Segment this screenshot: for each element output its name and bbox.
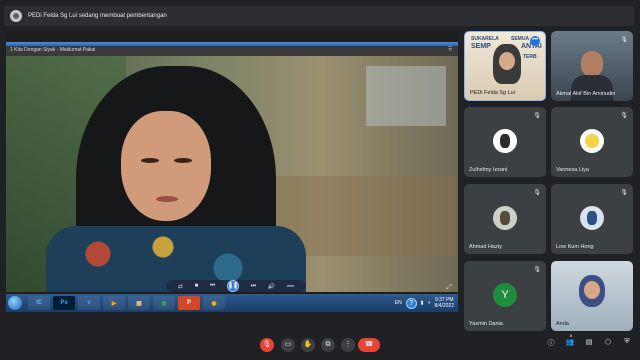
powerpoint-icon[interactable]: P [178,296,200,310]
shuffle-icon[interactable]: ⇄ [178,283,183,290]
presenter-avatar [10,10,22,22]
participant-face [499,52,515,70]
participant-tile[interactable]: 🎙 Ahmad Hazty [464,184,546,254]
people-icon[interactable]: 👥 8 [565,333,575,348]
start-button[interactable] [8,296,22,310]
participant-tile[interactable]: 🎙 Zulhelmy Izzani [464,107,546,177]
participant-name: Akmal Akif Bin Aminudin [556,91,616,97]
more-options-button[interactable]: ⋮ [341,338,355,352]
banner-text: SEMUA [511,36,530,42]
participant-face [581,51,603,77]
participant-name: Yasmin Dania [469,321,503,327]
participant-name: Ahmad Hazty [469,244,503,250]
next-icon[interactable]: ⏭ [251,283,256,290]
participant-name: Anda [556,321,569,327]
chrome-icon[interactable]: ◉ [203,296,225,310]
mic-off-icon: 🎙 [620,37,628,43]
media-player-titlebar: 1 Kita Dengan Siyak - Maklumat Pakai ⠿ [6,46,458,56]
mic-off-icon: 🎙 [620,190,628,196]
woman-face [121,111,211,221]
help-icon[interactable]: ? [405,297,417,309]
present-screen-button[interactable]: ⧉ [321,338,335,352]
clock-date: 8/4/2022 [434,303,454,309]
media-player-icon[interactable]: ▶ [103,296,125,310]
grid-icon[interactable]: ⠿ [448,47,454,53]
meeting-side-icons: ⓘ 👥 8 ▤ ⬡ ⛨ [546,333,632,348]
volume-slider[interactable]: ━━ [287,283,294,290]
participant-tile-self[interactable]: Anda [551,261,633,331]
host-controls-icon[interactable]: ⛨ [622,338,632,348]
participant-tile[interactable]: 🎙 Y Yasmin Dania [464,261,546,331]
meeting-controls: 🎙 ▭ ✋ ⧉ ⋮ ☎ ⓘ 👥 8 ▤ ⬡ ⛨ [0,330,640,360]
participant-avatar [580,206,604,230]
info-icon[interactable]: ⓘ [546,338,556,348]
participant-avatar: Y [493,283,517,307]
mic-off-icon: 🎙 [533,190,541,196]
participant-avatar [493,129,517,153]
background-window [366,66,446,126]
banner-text: TERB [523,54,537,60]
chrome-icon[interactable]: ◉ [153,296,175,310]
lips [156,196,178,202]
file-explorer-icon[interactable]: ▦ [128,296,150,310]
system-tray: EN ? ▮ ◖ 9:37 PM 8/4/2022 [395,294,454,312]
presentation-banner: PEDi Felda Sg Lui sedang membuat pembent… [4,6,634,26]
presentation-banner-text: PEDi Felda Sg Lui sedang membuat pembent… [28,13,167,19]
windows-taskbar: IE Ps e ▶ ▦ ◉ P ◉ EN ? ▮ ◖ 9:37 PM 8/4/2… [6,294,458,312]
eye [174,158,192,163]
internet-explorer-icon[interactable]: e [78,296,100,310]
mic-off-icon: 🎙 [533,113,541,119]
mic-off-icon: 🎙 [533,267,541,273]
participant-name: Low Kum Hong [556,244,594,250]
eye [141,158,159,163]
camera-off-button[interactable]: ▭ [281,338,295,352]
previous-icon[interactable]: ⏮ [210,283,215,290]
volume-icon[interactable]: 🔊 [268,283,275,290]
participant-name: PEDi Felda Sg Lui [470,90,515,96]
end-call-button[interactable]: ☎ [358,338,380,352]
volume-icon[interactable]: ◖ [428,300,431,306]
photoshop-icon[interactable]: Ps [53,296,75,310]
participant-tile[interactable]: 🎙 Vannesa Liya [551,107,633,177]
participant-avatar [580,129,604,153]
participant-name: Zulhelmy Izzani [469,167,508,173]
participant-tile[interactable]: 🎙 Akmal Akif Bin Aminudin [551,31,633,101]
network-icon[interactable]: ▮ [421,300,424,306]
chat-icon[interactable]: ▤ [584,338,594,348]
participant-name: Vannesa Liya [556,167,589,173]
fullscreen-icon[interactable]: ⤢ [446,284,452,292]
language-indicator[interactable]: EN [395,300,402,306]
banner-text: SUKARELA [471,36,499,42]
mic-off-button[interactable]: 🎙 [260,338,274,352]
activities-icon[interactable]: ⬡ [603,338,613,348]
people-count: 8 [570,333,573,338]
raise-hand-button[interactable]: ✋ [301,338,315,352]
mic-off-icon: 🎙 [620,113,628,119]
media-window-title: 1 Kita Dengan Siyak - Maklumat Pakai [10,47,96,53]
participant-avatar [493,206,517,230]
banner-text: SEMP [471,43,491,50]
stop-icon[interactable]: ■ [195,283,199,289]
participant-tile[interactable]: SUKARELA SEMUA SEMP ANTAI TERB ••• PEDi … [464,31,546,101]
participant-tile[interactable]: 🎙 Low Kum Hong [551,184,633,254]
participant-face [584,281,600,299]
clock[interactable]: 9:37 PM 8/4/2022 [435,297,454,309]
more-options-icon[interactable]: ••• [530,36,540,46]
play-pause-button[interactable]: ❚❚ [226,280,239,292]
media-player-controls: ⇄ ■ ⏮ ❚❚ ⏭ 🔊 ━━ [166,280,306,292]
taskbar-app-icon[interactable]: IE [28,296,50,310]
shared-screen: 1 Kita Dengan Siyak - Maklumat Pakai ⠿ ⇄… [6,32,458,312]
participant-video [571,75,613,101]
video-frame [6,56,458,292]
